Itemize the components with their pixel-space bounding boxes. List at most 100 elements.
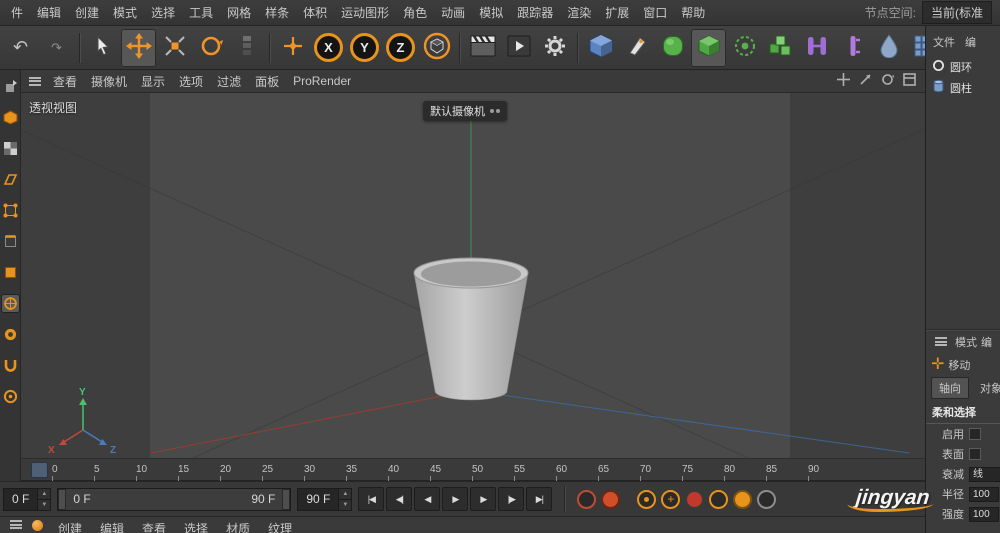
keyframe-button[interactable] xyxy=(733,490,752,509)
viewport-menu-item[interactable]: ProRender xyxy=(286,71,358,91)
paint-setup-button[interactable] xyxy=(2,388,19,405)
tab-object[interactable]: 对象 xyxy=(973,378,1000,398)
menu-item[interactable]: 渲染 xyxy=(560,0,598,25)
range-end-grip[interactable] xyxy=(282,489,290,510)
playback-button[interactable]: |▶ xyxy=(498,487,524,511)
end-frame-spinner[interactable]: 90 F ▲▼ xyxy=(297,488,352,511)
menu-item[interactable]: 动画 xyxy=(434,0,472,25)
viewport-menu-item[interactable]: 摄像机 xyxy=(84,70,134,93)
node-space-selector[interactable]: 当前(标准 xyxy=(922,1,992,24)
material-menu-item[interactable]: 查看 xyxy=(133,520,175,533)
edge-mode-button[interactable] xyxy=(2,233,19,250)
tab-axis[interactable]: 轴向 xyxy=(931,377,969,399)
rotate-tool[interactable] xyxy=(193,29,228,67)
material-menu-icon[interactable] xyxy=(10,520,22,529)
enable-axis-button[interactable] xyxy=(2,295,19,312)
keyframe-button[interactable] xyxy=(685,490,704,509)
spinner-arrows-icon[interactable]: ▲▼ xyxy=(338,489,351,510)
range-start-grip[interactable] xyxy=(58,489,66,510)
menu-item[interactable]: 窗口 xyxy=(636,0,674,25)
make-editable-button[interactable] xyxy=(2,78,19,95)
attribute-menu-icon[interactable] xyxy=(935,337,947,346)
character-flyout[interactable] xyxy=(835,29,870,67)
render-settings-button[interactable] xyxy=(537,29,572,67)
preview-range-slider[interactable]: 0 F 90 F xyxy=(57,488,291,511)
object-manager-menu-item[interactable]: 文件 xyxy=(929,32,959,52)
falloff-select[interactable]: 线 xyxy=(969,467,1000,482)
timeline-ruler[interactable]: 051015202530354045505560657075808590 xyxy=(21,458,925,481)
x-axis-lock-button[interactable]: X xyxy=(311,29,346,67)
volume-flyout[interactable] xyxy=(871,29,906,67)
material-menu-item[interactable]: 编辑 xyxy=(91,520,133,533)
viewport-menu-item[interactable]: 显示 xyxy=(134,70,172,93)
playback-button[interactable]: ▶| xyxy=(526,487,552,511)
current-frame-spinner[interactable]: 0 F ▲▼ xyxy=(3,488,51,511)
toggle-view-icon[interactable] xyxy=(903,73,916,89)
redo-button[interactable]: ↷ xyxy=(39,29,74,67)
move-tool[interactable] xyxy=(121,29,156,67)
zoom-view-icon[interactable] xyxy=(859,73,872,89)
playback-button[interactable]: ▶ xyxy=(470,487,496,511)
primitive-cube-flyout[interactable] xyxy=(583,29,618,67)
fields-flyout[interactable] xyxy=(727,29,762,67)
scale-tool[interactable] xyxy=(157,29,192,67)
polygon-mode-button[interactable] xyxy=(2,264,19,281)
menu-item[interactable]: 编辑 xyxy=(30,0,68,25)
undo-button[interactable]: ↶ xyxy=(3,29,38,67)
object-row[interactable]: 圆柱 xyxy=(926,77,1000,98)
keyframe-button[interactable] xyxy=(709,490,728,509)
menu-item[interactable]: 帮助 xyxy=(674,0,712,25)
rotate-view-icon[interactable] xyxy=(881,73,894,89)
playhead[interactable] xyxy=(31,462,48,478)
live-selection-tool[interactable] xyxy=(85,29,120,67)
keyframe-button[interactable] xyxy=(637,490,656,509)
spline-pen-flyout[interactable] xyxy=(619,29,654,67)
render-picture-viewer-button[interactable] xyxy=(501,29,536,67)
keyframe-button[interactable] xyxy=(757,490,776,509)
menu-item[interactable]: 工具 xyxy=(182,0,220,25)
subdivision-surface-flyout[interactable] xyxy=(655,29,690,67)
viewport-menu-item[interactable]: 过滤 xyxy=(210,70,248,93)
viewport-solo-button[interactable] xyxy=(2,326,19,343)
menu-item[interactable]: 角色 xyxy=(396,0,434,25)
menu-item[interactable]: 扩展 xyxy=(598,0,636,25)
viewport-canvas[interactable]: Y X Z 透视视图 默认摄像机 xyxy=(21,93,925,458)
material-menu-item[interactable]: 选择 xyxy=(175,520,217,533)
point-mode-button[interactable] xyxy=(2,202,19,219)
range-fill[interactable]: 0 F 90 F xyxy=(66,489,282,510)
attribute-menu-item[interactable]: 编 xyxy=(981,334,992,350)
y-axis-lock-button[interactable]: Y xyxy=(347,29,382,67)
z-axis-lock-button[interactable]: Z xyxy=(383,29,418,67)
material-menu-item[interactable]: 材质 xyxy=(217,520,259,533)
keyframe-button[interactable] xyxy=(661,490,680,509)
snap-toggle-button[interactable] xyxy=(2,357,19,374)
viewport-menu-icon[interactable] xyxy=(29,77,41,86)
material-menu-item[interactable]: 纹理 xyxy=(259,520,301,533)
menu-item[interactable]: 件 xyxy=(4,0,30,25)
menu-item[interactable]: 模式 xyxy=(106,0,144,25)
workplane-mode-button[interactable] xyxy=(2,171,19,188)
viewport-menu-item[interactable]: 选项 xyxy=(172,70,210,93)
keyframe-button[interactable] xyxy=(601,490,620,509)
texture-mode-button[interactable] xyxy=(2,140,19,157)
menu-item[interactable]: 创建 xyxy=(68,0,106,25)
recent-tools-flyout[interactable] xyxy=(229,29,264,67)
menu-item[interactable]: 体积 xyxy=(296,0,334,25)
spinner-arrows-icon[interactable]: ▲▼ xyxy=(37,489,50,510)
menu-item[interactable]: 跟踪器 xyxy=(510,0,560,25)
coordinate-system-button[interactable] xyxy=(419,29,454,67)
axis-modifier-tool[interactable] xyxy=(275,29,310,67)
keyframe-button[interactable] xyxy=(577,490,596,509)
joint-flyout[interactable] xyxy=(799,29,834,67)
render-view-button[interactable] xyxy=(465,29,500,67)
radius-field[interactable]: 100 xyxy=(969,487,999,502)
enable-checkbox[interactable] xyxy=(969,428,981,440)
surface-checkbox[interactable] xyxy=(969,448,981,460)
menu-item[interactable]: 网格 xyxy=(220,0,258,25)
pan-view-icon[interactable] xyxy=(837,73,850,89)
object-manager-menu-item[interactable]: 编 xyxy=(961,32,980,52)
generator-cube-flyout[interactable] xyxy=(691,29,726,67)
menu-item[interactable]: 选择 xyxy=(144,0,182,25)
playback-button[interactable]: ▶ xyxy=(442,487,468,511)
viewport-menu-item[interactable]: 面板 xyxy=(248,70,286,93)
